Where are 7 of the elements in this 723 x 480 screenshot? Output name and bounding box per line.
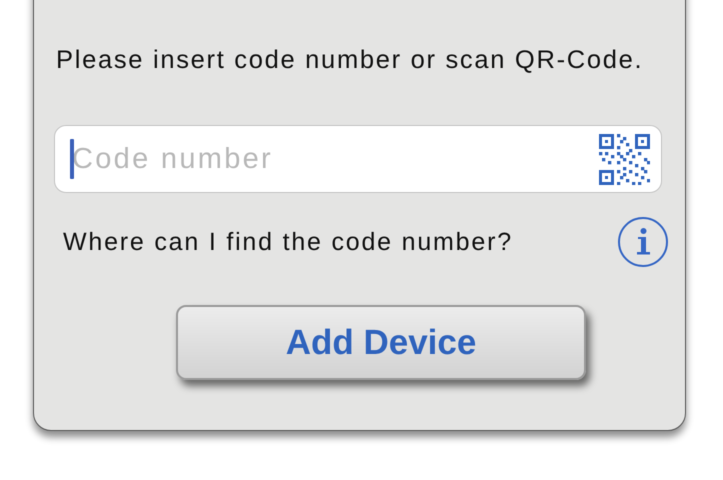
qr-code-icon[interactable]	[599, 134, 650, 185]
help-link[interactable]: Where can I find the code number?	[63, 228, 513, 256]
add-device-button[interactable]: Add Device	[176, 305, 586, 380]
code-input-field[interactable]: Code number	[54, 125, 662, 193]
text-cursor	[70, 139, 74, 179]
info-icon[interactable]	[617, 216, 669, 268]
instruction-text: Please insert code number or scan QR-Code.	[56, 46, 644, 74]
